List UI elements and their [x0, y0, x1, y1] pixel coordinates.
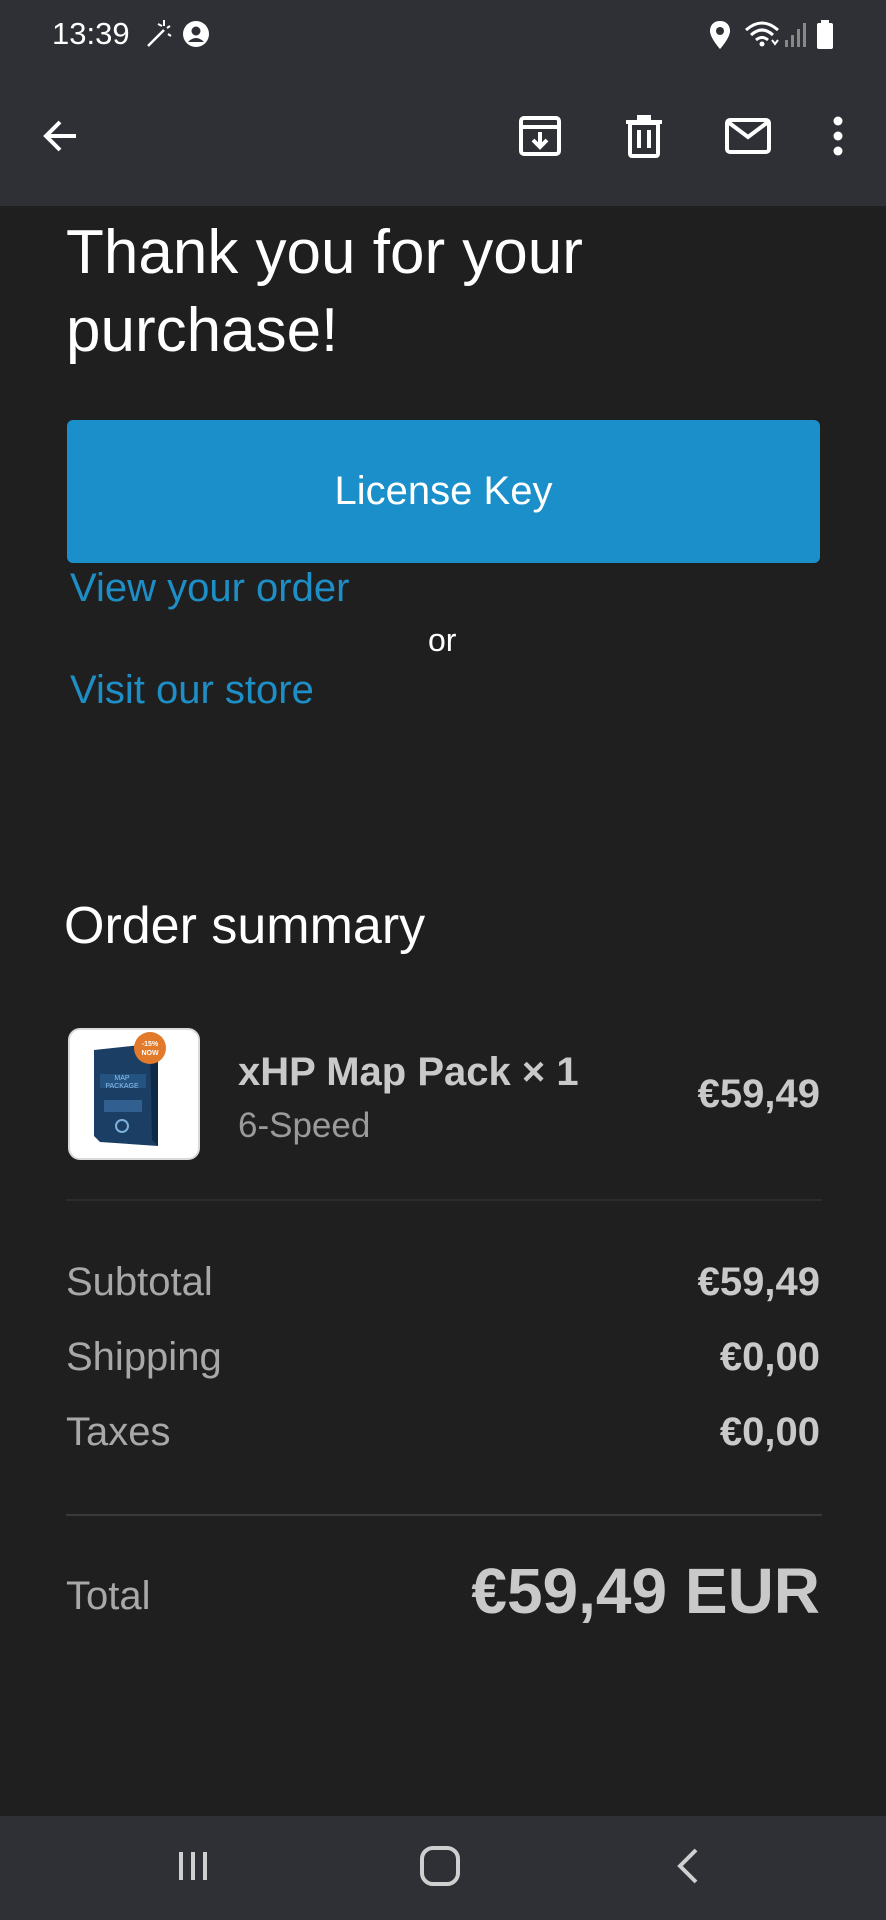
product-variant: 6-Speed: [238, 1106, 371, 1145]
divider: [66, 1514, 822, 1516]
recent-apps-icon: [175, 1848, 211, 1889]
back-button[interactable]: [20, 70, 100, 206]
taxes-value: €0,00: [719, 1410, 820, 1454]
view-order-link[interactable]: View your order: [70, 566, 349, 611]
subtotal-value: €59,49: [697, 1260, 820, 1304]
home-icon: [419, 1845, 461, 1892]
subtotal-label: Subtotal: [66, 1260, 213, 1304]
more-options-button[interactable]: [798, 70, 878, 206]
total-value: €59,49 EUR: [471, 1555, 820, 1627]
wifi-icon: [742, 18, 782, 55]
status-bar: 13:39: [0, 0, 886, 70]
shipping-value: €0,00: [719, 1335, 820, 1379]
product-name: xHP Map Pack × 1: [238, 1050, 579, 1094]
nav-back-button[interactable]: [628, 1816, 748, 1920]
location-icon: [708, 20, 732, 55]
email-body: Thank you for your purchase! License Key…: [0, 206, 886, 1816]
battery-icon: [816, 20, 834, 55]
product-price: €59,49: [697, 1072, 820, 1116]
shipping-label: Shipping: [66, 1335, 222, 1379]
total-label: Total: [66, 1574, 151, 1618]
signal-icon: [784, 22, 806, 53]
order-summary-title: Order summary: [64, 897, 426, 955]
account-circle-icon: [182, 20, 210, 53]
product-image-label: MAP: [114, 1075, 130, 1082]
delete-button[interactable]: [604, 70, 684, 206]
product-badge-line2: NOW: [141, 1050, 159, 1057]
back-arrow-icon: [40, 116, 80, 161]
or-separator: or: [428, 622, 457, 658]
divider: [66, 1199, 822, 1201]
back-icon: [674, 1846, 702, 1891]
delete-icon: [624, 114, 664, 163]
recent-apps-button[interactable]: [133, 1816, 253, 1920]
magic-wand-icon: [142, 18, 174, 55]
taxes-label: Taxes: [66, 1410, 171, 1454]
mark-unread-button[interactable]: [708, 70, 788, 206]
mark-unread-icon: [725, 117, 771, 159]
product-badge-line1: -15%: [142, 1041, 159, 1048]
license-key-button[interactable]: License Key: [67, 420, 820, 563]
more-vert-icon: [832, 116, 844, 161]
archive-icon: [518, 114, 562, 163]
app-bar: [0, 70, 886, 206]
archive-button[interactable]: [500, 70, 580, 206]
visit-store-link[interactable]: Visit our store: [70, 668, 314, 713]
product-thumbnail: -15% NOW MAP PACKAGE: [68, 1028, 200, 1160]
system-nav-bar: [0, 1816, 886, 1920]
status-time: 13:39: [52, 16, 130, 51]
home-button[interactable]: [380, 1816, 500, 1920]
svg-text:PACKAGE: PACKAGE: [105, 1083, 139, 1090]
page-title: Thank you for your purchase!: [66, 218, 583, 365]
